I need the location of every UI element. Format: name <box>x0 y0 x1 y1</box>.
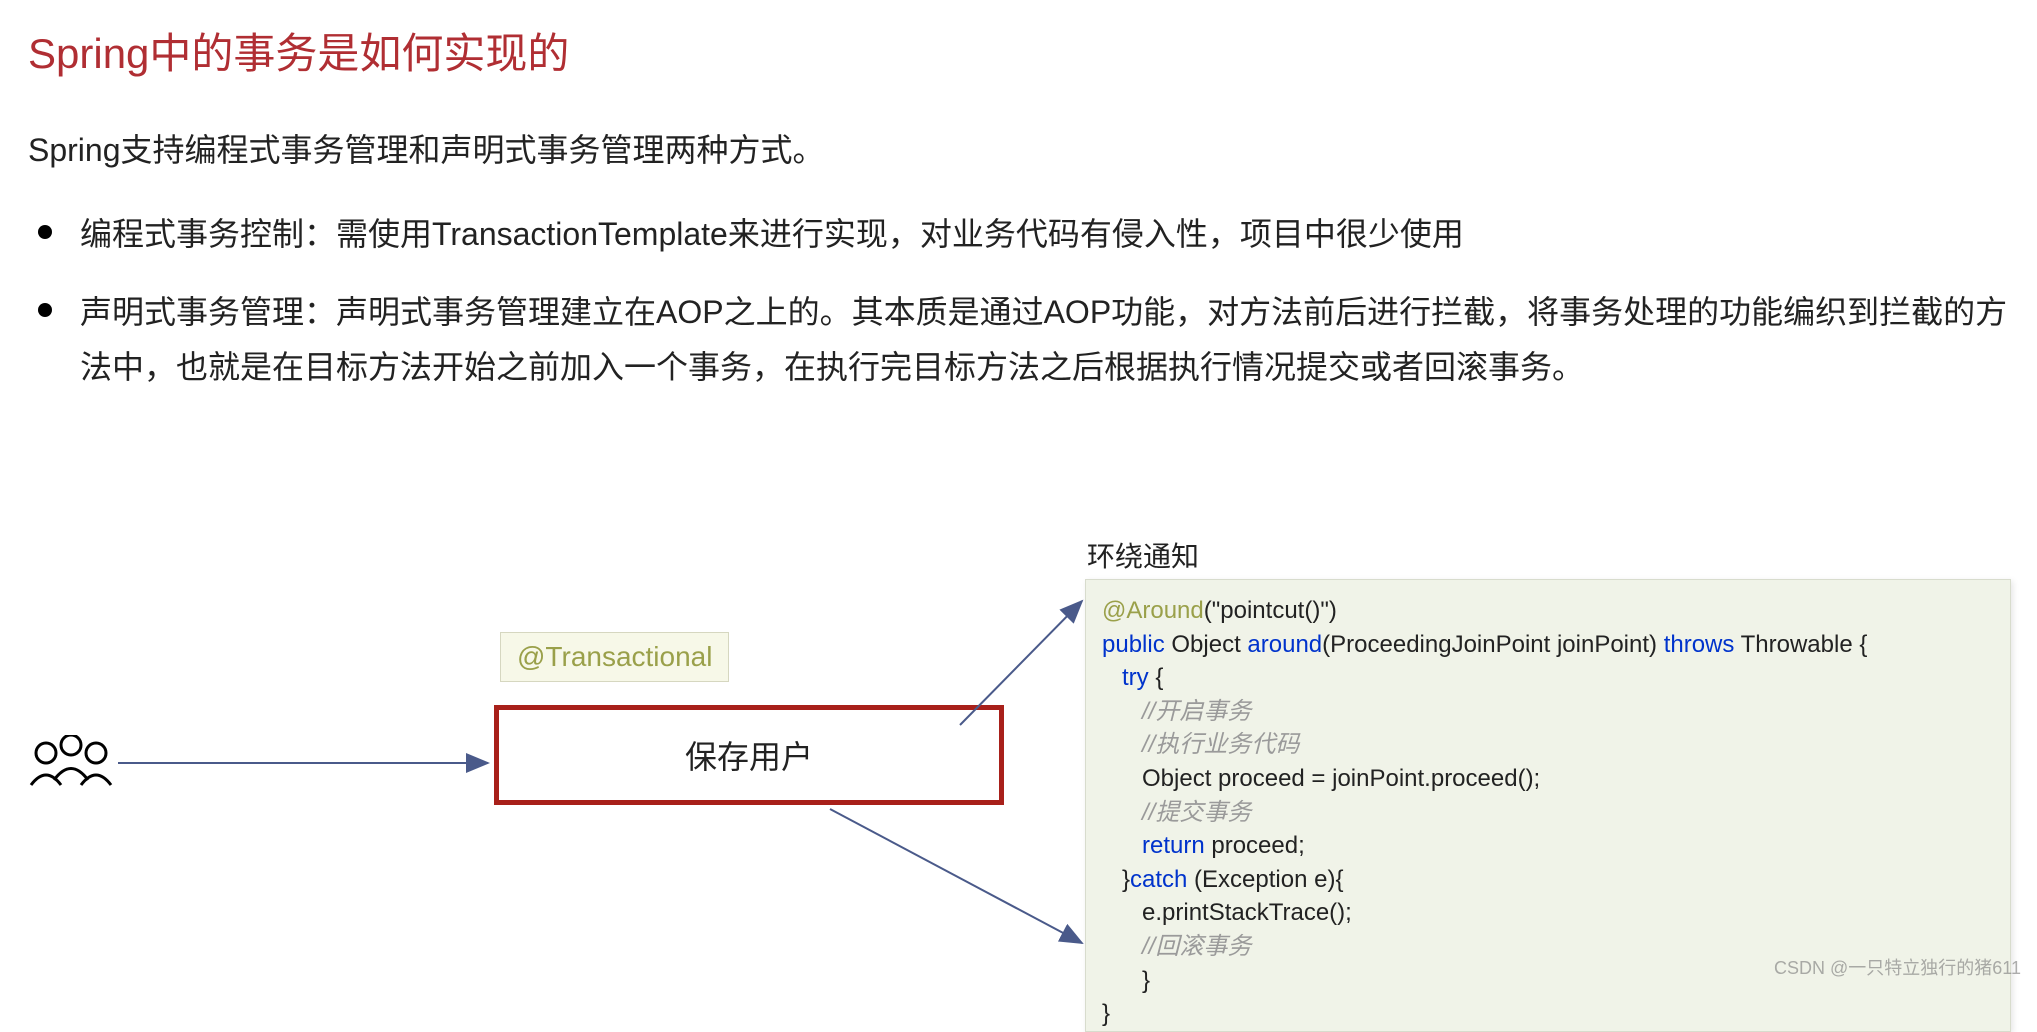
arrow-users-to-box <box>118 753 494 773</box>
code-line: @Around("pointcut()") <box>1102 594 1994 628</box>
code-line: } <box>1102 997 1994 1031</box>
code-line: return proceed; <box>1102 829 1994 863</box>
diagram-area: @Transactional 保存用户 环绕通知 @Around("pointc… <box>0 535 2037 955</box>
arrow-box-to-code-bottom <box>830 805 1090 955</box>
code-comment: //提交事务 <box>1102 796 1994 830</box>
bullet-list: 编程式事务控制：需使用TransactionTemplate来进行实现，对业务代… <box>28 207 2009 394</box>
watermark: CSDN @一只特立独行的猪611 <box>1774 954 2021 980</box>
code-line: }catch (Exception e){ <box>1102 863 1994 897</box>
page-title: Spring中的事务是如何实现的 <box>28 20 2009 81</box>
arrow-box-to-code-top <box>960 597 1090 737</box>
code-line: Object proceed = joinPoint.proceed(); <box>1102 762 1994 796</box>
bullet-item-2: 声明式事务管理：声明式事务管理建立在AOP之上的。其本质是通过AOP功能，对方法… <box>28 285 2009 394</box>
code-line: try { <box>1102 661 1994 695</box>
code-comment: //开启事务 <box>1102 695 1994 729</box>
save-user-label: 保存用户 <box>685 732 813 778</box>
users-icon <box>26 735 116 810</box>
code-comment: //执行业务代码 <box>1102 728 1994 762</box>
code-header: 环绕通知 <box>1087 535 1199 575</box>
code-line: public Object around(ProceedingJoinPoint… <box>1102 628 1994 662</box>
intro-text: Spring支持编程式事务管理和声明式事务管理两种方式。 <box>28 125 2009 171</box>
code-line: e.printStackTrace(); <box>1102 896 1994 930</box>
bullet-item-1: 编程式事务控制：需使用TransactionTemplate来进行实现，对业务代… <box>28 207 2009 261</box>
save-user-box: 保存用户 <box>494 705 1004 805</box>
transactional-annotation: @Transactional <box>500 632 729 682</box>
